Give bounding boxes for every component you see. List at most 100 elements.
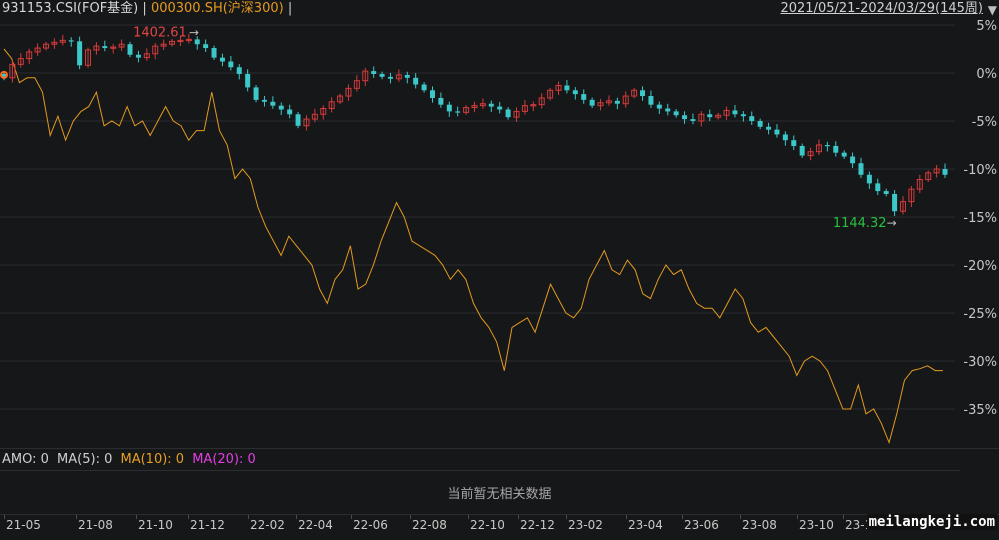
candle xyxy=(916,174,923,194)
x-tick xyxy=(468,515,469,519)
amo-label: AMO: 0 xyxy=(2,452,49,467)
candle xyxy=(933,165,940,178)
candle xyxy=(219,53,225,67)
x-tick-label: 21-05 xyxy=(6,518,41,532)
candle xyxy=(665,103,671,116)
triangle-down-icon[interactable]: ▼ xyxy=(988,1,997,19)
y-tick-label: -20% xyxy=(963,259,997,274)
x-tick xyxy=(518,515,519,519)
candle xyxy=(513,107,520,122)
x-tick xyxy=(843,515,844,519)
candle xyxy=(303,115,310,131)
candle xyxy=(707,109,713,122)
candle xyxy=(766,122,772,135)
ma10-label: MA(10): 0 xyxy=(120,452,185,467)
candle xyxy=(791,135,797,150)
candle xyxy=(589,97,595,109)
candle xyxy=(211,45,217,61)
candle xyxy=(530,101,537,112)
candle xyxy=(26,48,33,65)
candle xyxy=(413,73,419,89)
candle xyxy=(311,108,318,123)
candle xyxy=(673,109,679,118)
candle xyxy=(640,86,646,101)
candle xyxy=(236,64,242,80)
divider xyxy=(0,470,960,471)
x-tick-label: 21-08 xyxy=(78,518,113,532)
main-chart[interactable]: 5%0%-5%-10%-15%-20%-25%-30%-35% 1402.61 →… xyxy=(0,18,999,448)
candle xyxy=(51,38,58,49)
candle xyxy=(538,93,545,109)
candle xyxy=(925,170,932,182)
candle xyxy=(850,152,856,168)
x-tick xyxy=(248,515,249,519)
candle xyxy=(135,50,141,63)
candle xyxy=(43,41,50,51)
y-tick-label: -35% xyxy=(963,403,997,418)
y-tick-label: 5% xyxy=(976,19,997,34)
candle xyxy=(59,34,66,46)
candle xyxy=(337,93,344,105)
candle xyxy=(93,42,100,55)
ma5-label: MA(5): 0 xyxy=(57,452,113,467)
candle xyxy=(698,111,705,127)
candle xyxy=(77,36,83,70)
x-tick-label: 23-08 xyxy=(742,518,777,532)
candle xyxy=(471,101,478,113)
candle xyxy=(782,131,788,146)
candle xyxy=(723,106,730,120)
candle xyxy=(320,105,327,120)
index-legend[interactable]: 931153.CSI(FOF基金) xyxy=(2,1,138,16)
candle xyxy=(463,105,470,115)
candle xyxy=(203,39,209,52)
candle xyxy=(892,190,898,216)
candle xyxy=(841,150,847,159)
x-tick-label: 22-12 xyxy=(520,518,555,532)
x-tick xyxy=(797,515,798,519)
candle xyxy=(555,81,562,95)
candle xyxy=(715,112,722,120)
candle xyxy=(9,60,16,83)
y-tick-label: -25% xyxy=(963,307,997,322)
ma20-label: MA(20): 0 xyxy=(192,452,256,467)
candle xyxy=(656,101,662,114)
candle xyxy=(807,147,814,161)
candle xyxy=(127,41,133,58)
y-tick-label: -15% xyxy=(963,211,997,226)
candle xyxy=(605,95,612,106)
chart-header: 931153.CSI(FOF基金) | 000300.SH(沪深300) | 2… xyxy=(0,0,999,18)
candle xyxy=(682,111,688,124)
x-tick xyxy=(351,515,352,519)
x-tick xyxy=(626,515,627,519)
candle xyxy=(488,100,494,113)
x-tick xyxy=(296,515,297,519)
candle xyxy=(446,101,452,117)
x-tick xyxy=(4,515,5,519)
x-tick-label: 22-04 xyxy=(298,518,333,532)
candle xyxy=(228,56,234,71)
x-tick-label: 23-02 xyxy=(568,518,603,532)
x-tick xyxy=(76,515,77,519)
candle xyxy=(160,39,167,51)
x-tick-label: 22-02 xyxy=(250,518,285,532)
annotations: 1402.61 →1144.32 → xyxy=(0,26,897,231)
candle xyxy=(371,66,377,78)
candle xyxy=(143,48,150,61)
candle xyxy=(479,98,486,109)
candle xyxy=(270,96,276,109)
compare-legend[interactable]: 000300.SH(沪深300) xyxy=(151,1,284,16)
candle xyxy=(85,47,92,68)
candle xyxy=(295,111,301,129)
candle xyxy=(362,67,369,87)
candle xyxy=(328,97,335,113)
candle xyxy=(648,90,654,108)
y-tick-label: -30% xyxy=(963,355,997,370)
watermark: meilangkeji.com xyxy=(866,514,997,530)
candle xyxy=(438,92,444,108)
y-tick-label: 0% xyxy=(976,67,997,82)
candle xyxy=(110,43,117,54)
date-range[interactable]: 2021/05/21-2024/03/29(145周) xyxy=(780,0,983,18)
x-tick xyxy=(682,515,683,519)
candle xyxy=(749,111,755,125)
candle xyxy=(564,80,570,94)
